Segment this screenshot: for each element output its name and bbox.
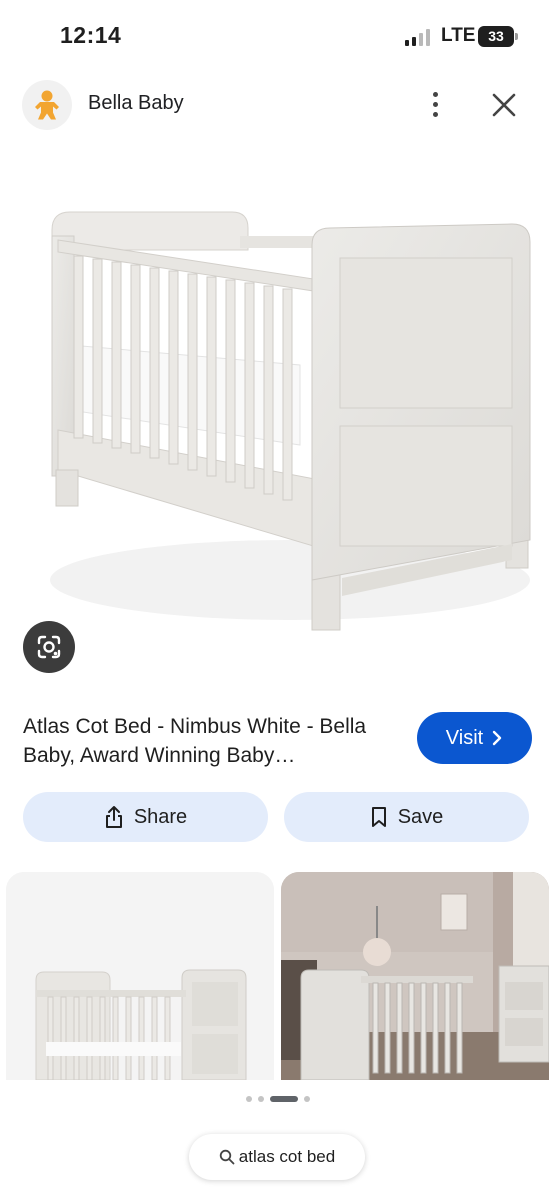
search-icon <box>219 1149 235 1165</box>
visit-label: Visit <box>445 726 484 749</box>
search-query: atlas cot bed <box>238 1147 336 1166</box>
save-label: Save <box>397 805 444 828</box>
related-image[interactable] <box>6 872 274 1080</box>
google-lens-icon[interactable] <box>23 621 75 673</box>
battery-icon: 33 <box>478 26 518 47</box>
save-button[interactable]: Save <box>284 792 529 842</box>
related-image[interactable] <box>281 872 549 1080</box>
cell-signal-icon <box>405 29 435 46</box>
clock: 12:14 <box>60 22 122 48</box>
site-avatar[interactable] <box>22 80 72 130</box>
chevron-right-icon <box>493 730 502 746</box>
carousel-dot-active <box>269 1096 298 1102</box>
carousel-dot <box>245 1096 252 1102</box>
result-title[interactable]: Atlas Cot Bed - Nimbus White - Bella Bab… <box>23 712 403 770</box>
site-name[interactable]: Bella Baby <box>88 92 184 115</box>
close-icon[interactable] <box>484 85 524 125</box>
visit-button[interactable]: Visit <box>417 712 532 764</box>
share-button[interactable]: Share <box>23 792 268 842</box>
share-label: Share <box>133 805 188 828</box>
bookmark-icon <box>371 807 386 827</box>
carousel-dot <box>257 1096 264 1102</box>
source-header: Bella Baby <box>0 72 555 138</box>
network-type: LTE <box>441 25 476 46</box>
carousel-dot <box>303 1096 310 1102</box>
baby-icon <box>35 90 59 120</box>
product-image[interactable] <box>0 140 555 675</box>
status-bar: 12:14 LTE 33 <box>0 0 555 72</box>
more-options-icon[interactable] <box>418 84 452 124</box>
share-icon <box>105 806 122 828</box>
carousel-indicator <box>0 1094 555 1104</box>
search-query-chip[interactable]: atlas cot bed <box>189 1134 365 1180</box>
